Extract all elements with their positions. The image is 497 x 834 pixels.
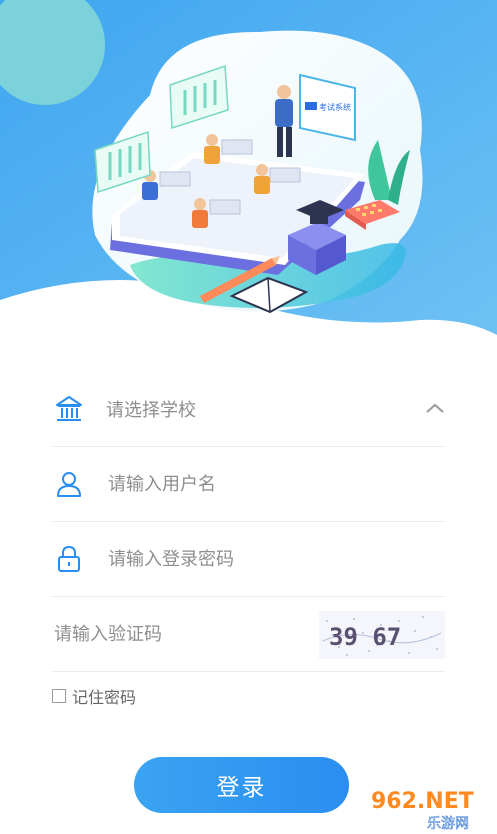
watermark-line2: 乐游网 [427, 816, 469, 832]
user-icon [52, 467, 86, 501]
site-watermark: 962.NET 乐游网 [371, 789, 474, 832]
lock-icon [52, 542, 86, 576]
login-button[interactable]: 登录 [134, 757, 349, 813]
watermark-line1: 962.NET [371, 789, 474, 814]
hero-illustration: 考试系统 [0, 0, 497, 340]
school-select[interactable]: 请选择学校 [52, 372, 445, 447]
board-label: 考试系统 [319, 102, 351, 112]
remember-password[interactable]: 记住密码 [52, 684, 136, 708]
captcha-image[interactable]: 39 67 [319, 611, 445, 659]
school-building-icon [52, 392, 86, 426]
login-form: 请选择学校 请输入用户名 请输入验证码 39 67 [52, 372, 445, 672]
captcha-code: 39 67 [329, 623, 401, 651]
captcha-input[interactable] [52, 622, 296, 646]
username-row [52, 447, 445, 522]
remember-label: 记住密码 [72, 688, 137, 707]
username-input[interactable] [106, 472, 340, 496]
password-input[interactable] [106, 547, 340, 571]
school-select-placeholder: 请选择学校 [106, 400, 196, 421]
remember-checkbox[interactable] [52, 689, 66, 703]
captcha-row: 39 67 [52, 597, 445, 672]
chevron-up-icon[interactable] [425, 400, 445, 416]
password-row [52, 522, 445, 597]
